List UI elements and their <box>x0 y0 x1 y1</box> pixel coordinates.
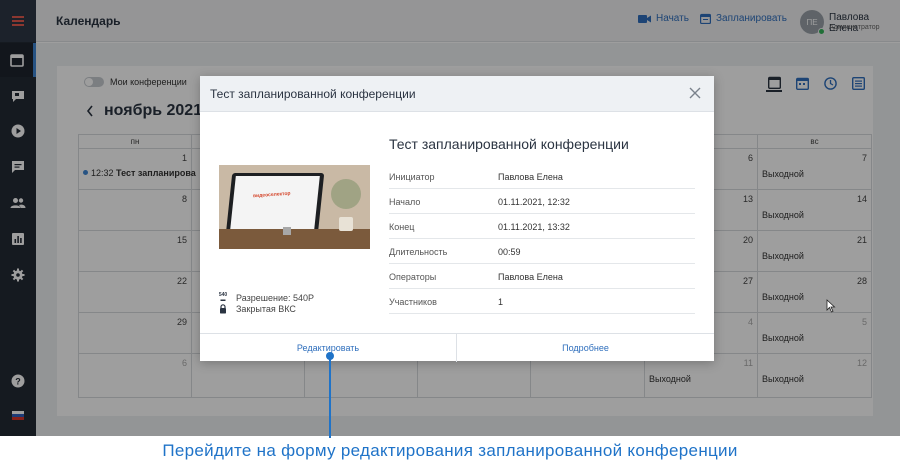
dialog-header: Тест запланированной конференции <box>200 76 714 112</box>
cup-shape <box>339 217 353 231</box>
resolution-row: 540 ▬ Разрешение: 540P <box>218 292 314 303</box>
dialog-title: Тест запланированной конференции <box>210 87 416 101</box>
info-key: Начало <box>389 197 421 207</box>
desk-shape <box>219 229 370 249</box>
info-value: 1 <box>498 297 504 307</box>
info-key: Конец <box>389 222 415 232</box>
monitor-stand <box>283 227 291 235</box>
info-row-participants: Участников 1 <box>389 289 695 314</box>
info-row-end: Конец 01.11.2021, 13:32 <box>389 214 695 239</box>
conference-info: Тест запланированной конференции Инициат… <box>389 136 695 314</box>
info-row-duration: Длительность 00:59 <box>389 239 695 264</box>
resolution-icon: 540 ▬ <box>218 291 228 303</box>
info-value: 01.11.2021, 12:32 <box>498 197 570 207</box>
details-button[interactable]: Подробнее <box>457 334 714 362</box>
app-window: ? Календарь Начать Запланировать ПЕ Павл… <box>0 0 900 436</box>
info-key: Участников <box>389 297 437 307</box>
conference-preview-image: видеоселектор <box>219 165 370 249</box>
conference-specs: 540 ▬ Разрешение: 540P Закрытая ВКС <box>218 292 314 314</box>
lock-icon <box>220 303 226 313</box>
info-value: 00:59 <box>498 247 521 257</box>
info-key: Длительность <box>389 247 448 257</box>
info-key: Инициатор <box>389 172 435 182</box>
info-row-initiator: Инициатор Павлова Елена <box>389 164 695 189</box>
info-row-start: Начало 01.11.2021, 12:32 <box>389 189 695 214</box>
instruction-caption: Перейдите на форму редактирования заплан… <box>162 441 738 460</box>
plant-shape <box>331 179 361 209</box>
info-value: Павлова Елена <box>498 272 563 282</box>
mouse-cursor-icon <box>826 299 836 313</box>
info-value: 01.11.2021, 13:32 <box>498 222 570 232</box>
info-value: Павлова Елена <box>498 172 563 182</box>
conference-details-dialog: Тест запланированной конференции видеосе… <box>200 76 714 362</box>
closed-vks-text: Закрытая ВКС <box>236 303 296 314</box>
conference-title: Тест запланированной конференции <box>389 136 629 152</box>
closed-vks-row: Закрытая ВКС <box>218 303 314 314</box>
callout-line <box>329 355 331 438</box>
info-key: Операторы <box>389 272 437 282</box>
info-row-operators: Операторы Павлова Елена <box>389 264 695 289</box>
dialog-footer: Редактировать Подробнее <box>200 333 714 362</box>
close-icon[interactable] <box>688 86 702 100</box>
monitor-screen <box>230 176 320 230</box>
resolution-text: Разрешение: 540P <box>236 292 314 303</box>
